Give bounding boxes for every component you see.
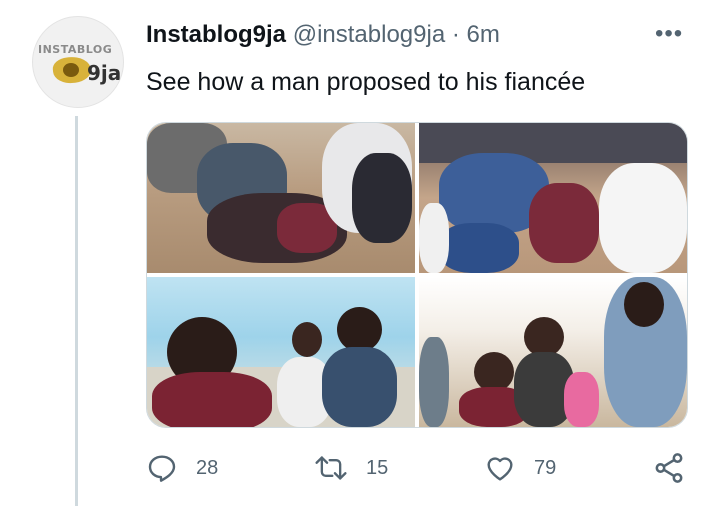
like-count: 79 [534,456,557,479]
like-button[interactable]: 79 [484,448,556,488]
retweet-icon [314,452,348,484]
tweet-header: Instablog9ja @instablog9ja · 6m [146,20,500,50]
photo-4[interactable] [419,277,687,427]
reply-icon [146,452,178,484]
retweet-button[interactable]: 15 [314,448,388,488]
share-icon [652,451,686,485]
avatar-logo-suffix: 9ja [87,61,122,85]
tweet-actions: 28 15 79 [146,448,691,488]
avatar[interactable]: INSTABLOG 9ja [32,16,124,108]
share-button[interactable] [652,448,686,488]
avatar-logo-text: INSTABLOG [38,43,113,56]
tweet-time[interactable]: 6m [467,21,500,48]
more-options-icon[interactable]: ••• [655,22,683,46]
like-icon [484,452,516,484]
photo-1[interactable] [147,123,415,273]
author-name[interactable]: Instablog9ja [146,21,286,48]
media-grid [146,122,688,428]
reply-button[interactable]: 28 [146,448,218,488]
photo-3[interactable] [147,277,415,427]
author-handle[interactable]: @instablog9ja [293,21,445,48]
thread-line [75,116,78,506]
reply-count: 28 [196,456,219,479]
tweet-text: See how a man proposed to his fiancée [146,68,586,96]
separator-dot: · [451,21,460,48]
retweet-count: 15 [366,456,389,479]
photo-2[interactable] [419,123,687,273]
avatar-logo-shape-inner [63,63,79,77]
